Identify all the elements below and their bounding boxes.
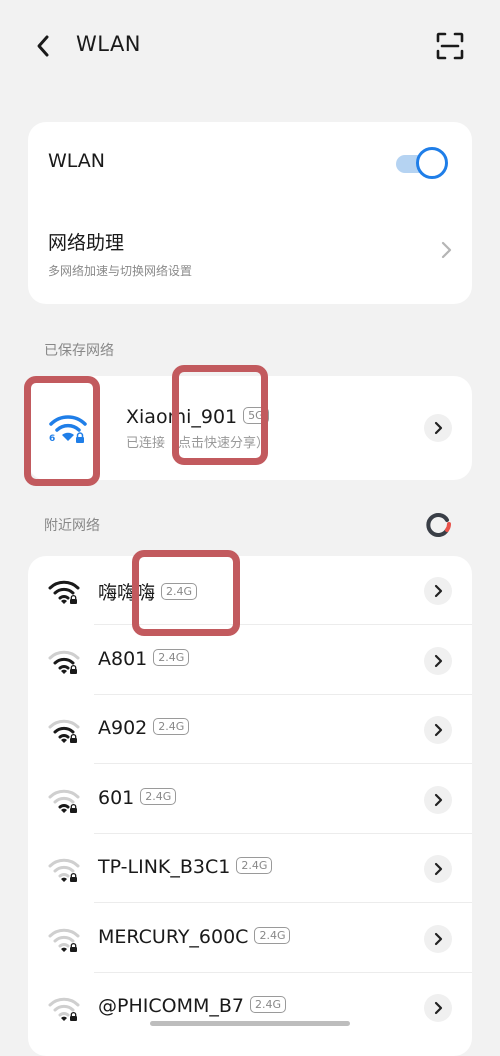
band-badge: 2.4G — [249, 996, 287, 1013]
network-name: A902 2.4G — [98, 717, 190, 739]
network-ssid: TP-LINK_B3C1 — [98, 856, 231, 878]
wifi-lock-icon — [48, 719, 80, 743]
chevron-right-icon — [434, 584, 443, 598]
wlan-toggle-row[interactable]: WLAN — [28, 122, 472, 204]
wlan-toggle[interactable] — [396, 147, 452, 179]
network-assistant-row[interactable]: 网络助理 多网络加速与切换网络设置 — [28, 210, 472, 304]
nearby-networks-card: 嗨嗨嗨 2.4G A801 2.4G A902 2.4G 601 2.4G TP-LINK_B3… — [28, 556, 472, 1056]
chevron-right-icon — [434, 1001, 443, 1015]
band-badge: 2.4G — [140, 787, 177, 805]
network-details-button[interactable] — [424, 716, 452, 744]
network-ssid: 601 — [98, 786, 135, 809]
chevron-right-icon — [441, 241, 452, 259]
network-ssid: @PHICOMM_B7 — [98, 995, 244, 1017]
network-ssid: MERCURY_600C — [98, 925, 249, 948]
chevron-right-icon — [434, 793, 443, 806]
network-name: @PHICOMM_B7 2.4G — [98, 995, 287, 1017]
scan-icon — [436, 32, 464, 60]
wifi-lock-icon — [48, 650, 80, 674]
nearby-network-row[interactable]: @PHICOMM_B7 2.4G — [28, 973, 472, 1042]
band-badge: 2.4G — [153, 718, 190, 735]
wlan-label: WLAN — [48, 150, 106, 172]
wifi-lock-icon — [48, 580, 80, 604]
band-badge: 2.4G — [153, 648, 190, 666]
chevron-right-icon — [434, 862, 443, 876]
back-arrow-icon — [37, 35, 49, 57]
band-badge: 2.4G — [254, 926, 291, 944]
band-badge: 2.4G — [236, 857, 273, 874]
network-assistant-label: 网络助理 — [48, 232, 125, 254]
nearby-network-row[interactable]: A902 2.4G — [28, 695, 472, 764]
nearby-network-row[interactable]: 嗨嗨嗨 2.4G — [28, 556, 472, 625]
network-details-button[interactable] — [424, 785, 452, 814]
nearby-networks-label: 附近网络 — [44, 518, 100, 534]
page-title: WLAN — [76, 32, 142, 56]
header-bar: WLAN — [0, 0, 500, 95]
highlight-box-wifi-icon — [24, 376, 100, 486]
home-indicator — [150, 1021, 350, 1026]
wlan-settings-card: WLAN 网络助理 多网络加速与切换网络设置 — [28, 122, 472, 304]
back-button[interactable] — [30, 31, 56, 61]
highlight-box-2-4g-badge — [132, 550, 240, 636]
saved-networks-label: 已保存网络 — [44, 343, 114, 359]
network-assistant-sublabel: 多网络加速与切换网络设置 — [48, 264, 193, 278]
nearby-network-row[interactable]: MERCURY_600C 2.4G — [28, 904, 472, 973]
network-details-button[interactable] — [424, 924, 452, 953]
chevron-right-icon — [434, 421, 443, 435]
highlight-box-5g-badge — [172, 365, 268, 465]
wifi-lock-icon — [48, 858, 80, 882]
toggle-knob — [416, 147, 448, 179]
network-name: A801 2.4G — [98, 647, 190, 670]
network-ssid: A902 — [98, 717, 148, 739]
network-details-button[interactable] — [424, 646, 452, 675]
network-name: TP-LINK_B3C1 2.4G — [98, 856, 273, 878]
chevron-right-icon — [434, 654, 443, 667]
network-details-button[interactable] — [424, 577, 452, 605]
scan-button[interactable] — [432, 28, 468, 64]
wifi-lock-icon — [48, 997, 80, 1021]
network-name: MERCURY_600C 2.4G — [98, 925, 291, 948]
wifi-lock-icon — [48, 789, 80, 813]
wifi-lock-icon — [48, 928, 80, 952]
chevron-right-icon — [434, 932, 443, 945]
refresh-icon[interactable] — [426, 512, 452, 538]
nearby-network-row[interactable]: 601 2.4G — [28, 765, 472, 834]
network-details-button[interactable] — [424, 855, 452, 883]
network-name: 601 2.4G — [98, 786, 177, 809]
nearby-network-row[interactable]: A801 2.4G — [28, 626, 472, 695]
nearby-network-row[interactable]: TP-LINK_B3C1 2.4G — [28, 834, 472, 903]
network-details-button[interactable] — [424, 994, 452, 1022]
network-ssid: A801 — [98, 647, 148, 670]
network-details-button[interactable] — [424, 414, 452, 442]
chevron-right-icon — [434, 723, 443, 737]
